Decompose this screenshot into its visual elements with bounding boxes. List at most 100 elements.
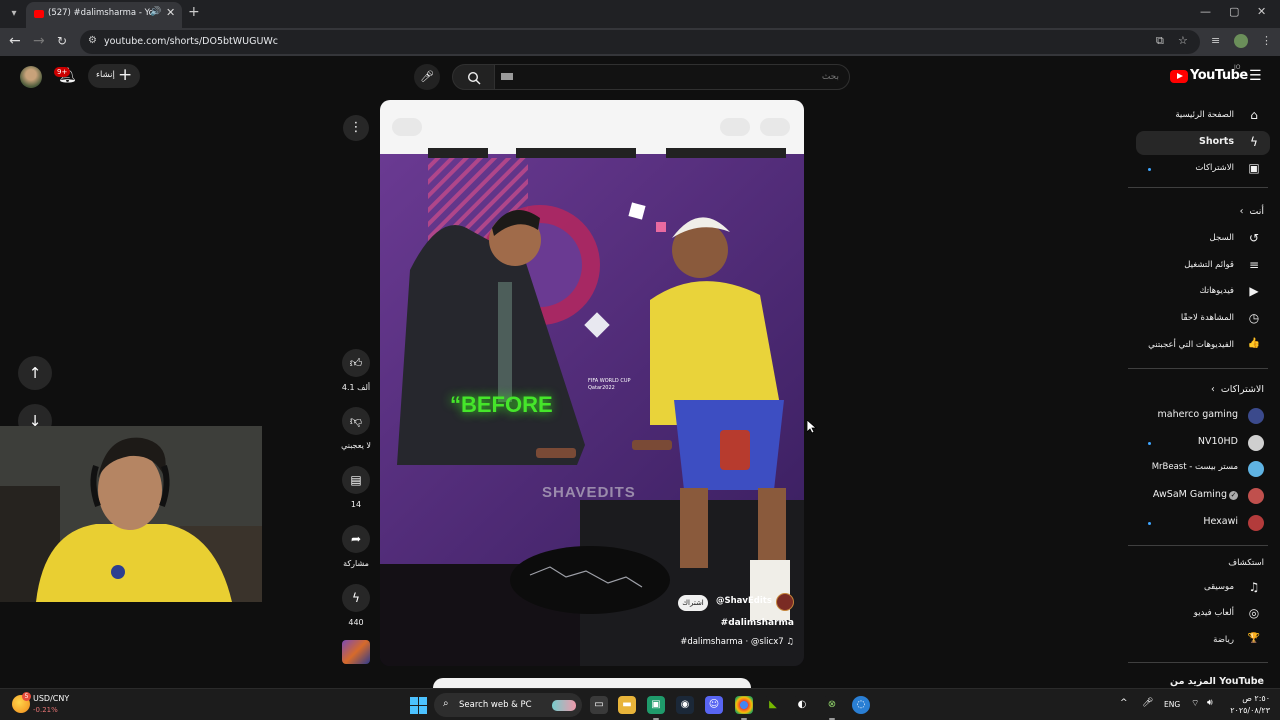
discord-icon[interactable]: ☺ bbox=[705, 696, 723, 714]
mouse-cursor-icon bbox=[807, 420, 817, 434]
wifi-icon[interactable]: ⌔ bbox=[1191, 698, 1199, 709]
channel-name: AwSaM Gaming bbox=[1152, 489, 1227, 500]
short-music-line[interactable]: #dalimsharma · @slicx7 ♫ bbox=[680, 637, 794, 647]
search-button[interactable] bbox=[452, 64, 496, 90]
thumbs-up-icon[interactable]: 👍︎ bbox=[342, 349, 370, 377]
comments-action[interactable]: ▤ 14 bbox=[340, 466, 372, 509]
new-content-dot bbox=[1148, 442, 1151, 445]
install-app-icon[interactable]: ⧉ bbox=[1156, 34, 1164, 48]
remix-count: 440 bbox=[348, 618, 364, 627]
subscription-item[interactable]: NV10HD bbox=[1136, 431, 1270, 455]
microphone-tray-icon[interactable]: 🎤︎ bbox=[1142, 698, 1153, 708]
extensions-icon[interactable]: ≡ bbox=[1211, 34, 1220, 47]
shorts-video-player[interactable]: “BEFORE SHAVEDITS FIFA WORLD CUP Qatar20… bbox=[380, 100, 804, 666]
short-title[interactable]: #dalimsharma bbox=[721, 618, 794, 628]
tab-close-icon[interactable]: ✕ bbox=[166, 6, 175, 19]
taskbar-clock[interactable]: ٢:٥٠ ص ٢٠٢٥/٠٨/٢٣ bbox=[1224, 693, 1270, 717]
subscriptions-icon: ▣ bbox=[1248, 161, 1260, 175]
subscription-item[interactable]: maherco gaming bbox=[1136, 404, 1270, 428]
create-button[interactable]: إنشاء + bbox=[88, 64, 140, 88]
sidebar-item-shorts[interactable]: ϟ Shorts bbox=[1136, 131, 1270, 155]
like-count: 4.1 ألف bbox=[341, 383, 371, 392]
sidebar-you-heading[interactable]: ‹ أنت bbox=[1240, 206, 1264, 217]
hamburger-menu-icon[interactable]: ☰ bbox=[1249, 68, 1262, 84]
task-view-icon[interactable]: ▭ bbox=[590, 696, 608, 714]
sidebar-item-music[interactable]: ♫ موسيقى bbox=[1136, 576, 1270, 600]
dislike-action[interactable]: 👎︎ لا يعجبني bbox=[340, 407, 372, 450]
back-arrow-icon[interactable]: ← bbox=[9, 33, 21, 49]
search-input[interactable] bbox=[494, 64, 850, 90]
tab-audio-icon[interactable]: 🔊 bbox=[150, 7, 161, 17]
steam-icon[interactable]: ◉ bbox=[676, 696, 694, 714]
sidebar-item-subscriptions[interactable]: ▣ الاشتراكات bbox=[1136, 157, 1270, 181]
forward-arrow-icon[interactable]: → bbox=[33, 33, 45, 49]
new-tab-button[interactable]: + bbox=[188, 4, 200, 20]
sidebar-item-history[interactable]: ↺ السجل bbox=[1136, 227, 1270, 251]
sidebar-divider bbox=[1128, 662, 1268, 663]
sidebar-divider bbox=[1128, 187, 1268, 188]
sidebar-divider bbox=[1128, 545, 1268, 546]
subscription-item[interactable]: MrBeast - مستر بيست bbox=[1136, 457, 1270, 481]
reload-icon[interactable]: ↻ bbox=[57, 34, 67, 48]
event-logo: FIFA WORLD CUP Qatar2022 bbox=[588, 378, 631, 391]
webcam-overlay bbox=[0, 426, 262, 602]
account-avatar[interactable] bbox=[20, 66, 42, 88]
voice-search-mic-icon[interactable]: 🎤︎ bbox=[414, 64, 440, 90]
subscription-item[interactable]: Hexawi bbox=[1136, 511, 1270, 535]
sidebar-item-home[interactable]: ⌂ الصفحة الرئيسية bbox=[1136, 104, 1270, 128]
xbox-icon[interactable]: ⊗ bbox=[823, 696, 841, 720]
thumbs-down-icon[interactable]: 👎︎ bbox=[342, 407, 370, 435]
channel-handle[interactable]: @ShavEdits bbox=[716, 596, 772, 606]
language-indicator[interactable]: ENG bbox=[1164, 700, 1180, 709]
edge-app-icon[interactable]: ◌ bbox=[852, 696, 870, 714]
tab-search-dropdown-icon[interactable]: ▾ bbox=[6, 6, 22, 22]
browser-tab-bar: ▾ (527) #dalimsharma - YouTube 🔊 ✕ + — ▢… bbox=[0, 0, 1280, 28]
search-icon: ⌕ bbox=[443, 698, 449, 709]
subscription-item[interactable]: AwSaM Gaming ✓ bbox=[1136, 484, 1270, 508]
tray-chevron-icon[interactable]: ^ bbox=[1120, 698, 1128, 708]
profile-avatar[interactable] bbox=[1234, 34, 1248, 48]
sidebar-item-sports[interactable]: 🏆 رياضة bbox=[1136, 629, 1270, 653]
channel-row: اشتراك @ShavEdits bbox=[678, 592, 802, 614]
channel-name: Hexawi bbox=[1203, 516, 1238, 527]
volume-icon[interactable]: 🔊︎ bbox=[1207, 698, 1213, 708]
share-action[interactable]: ➦ مشاركة bbox=[340, 525, 372, 568]
browser-menu-icon[interactable]: ⋮ bbox=[1261, 34, 1272, 47]
windows-start-icon[interactable] bbox=[410, 697, 427, 714]
site-info-icon[interactable]: ⚙ bbox=[88, 35, 97, 46]
nvidia-icon[interactable]: ◣ bbox=[764, 696, 782, 714]
close-window-button[interactable]: ✕ bbox=[1257, 5, 1266, 18]
channel-avatar[interactable] bbox=[776, 593, 794, 611]
sound-thumbnail[interactable] bbox=[342, 640, 370, 664]
store-app-icon[interactable]: ▣ bbox=[647, 696, 665, 720]
more-options-icon[interactable]: ⋮ bbox=[343, 115, 369, 141]
remix-icon[interactable]: ϟ bbox=[342, 584, 370, 612]
taskbar-search-box[interactable]: ⌕ Search web & PC bbox=[434, 693, 582, 717]
minimize-button[interactable]: — bbox=[1200, 5, 1211, 18]
maximize-button[interactable]: ▢ bbox=[1229, 5, 1239, 18]
keyboard-icon[interactable] bbox=[501, 73, 513, 80]
sidebar-item-watch-later[interactable]: ◷ المشاهدة لاحقًا bbox=[1136, 307, 1270, 331]
sidebar-item-gaming[interactable]: ◎ ألعاب فيديو bbox=[1136, 602, 1270, 626]
previous-short-arrow-icon[interactable]: ↑ bbox=[18, 356, 52, 390]
address-bar[interactable]: ⚙ youtube.com/shorts/DO5btWUGUWc bbox=[80, 30, 1200, 54]
sidebar-item-liked-videos[interactable]: 👍 الفيديوهات التي أعجبتني bbox=[1136, 334, 1270, 358]
remix-action[interactable]: ϟ 440 bbox=[340, 584, 372, 627]
like-action[interactable]: 👍︎ 4.1 ألف bbox=[340, 349, 372, 392]
sidebar-item-your-videos[interactable]: ▶ فيديوهاتك bbox=[1136, 280, 1270, 304]
video-watermark: SHAVEDITS bbox=[542, 484, 636, 501]
chrome-icon[interactable] bbox=[735, 696, 753, 720]
subscribe-button[interactable]: اشتراك bbox=[678, 595, 708, 611]
bookmark-star-icon[interactable]: ☆ bbox=[1178, 34, 1188, 47]
sidebar-divider bbox=[1128, 368, 1268, 369]
comment-icon[interactable]: ▤ bbox=[342, 466, 370, 494]
comment-count: 14 bbox=[350, 500, 362, 509]
gaming-icon: ◎ bbox=[1248, 606, 1260, 620]
sidebar-subscriptions-heading[interactable]: ‹ الاشتراكات bbox=[1211, 384, 1264, 395]
obs-icon[interactable]: ◐ bbox=[793, 696, 811, 714]
sidebar-item-playlists[interactable]: ≡ قوائم التشغيل bbox=[1136, 254, 1270, 278]
file-explorer-icon[interactable]: ▬ bbox=[618, 696, 636, 714]
browser-tab-active[interactable]: (527) #dalimsharma - YouTube 🔊 ✕ bbox=[26, 2, 182, 28]
share-icon[interactable]: ➦ bbox=[342, 525, 370, 553]
ticker-name[interactable]: USD/CNY bbox=[33, 694, 69, 703]
